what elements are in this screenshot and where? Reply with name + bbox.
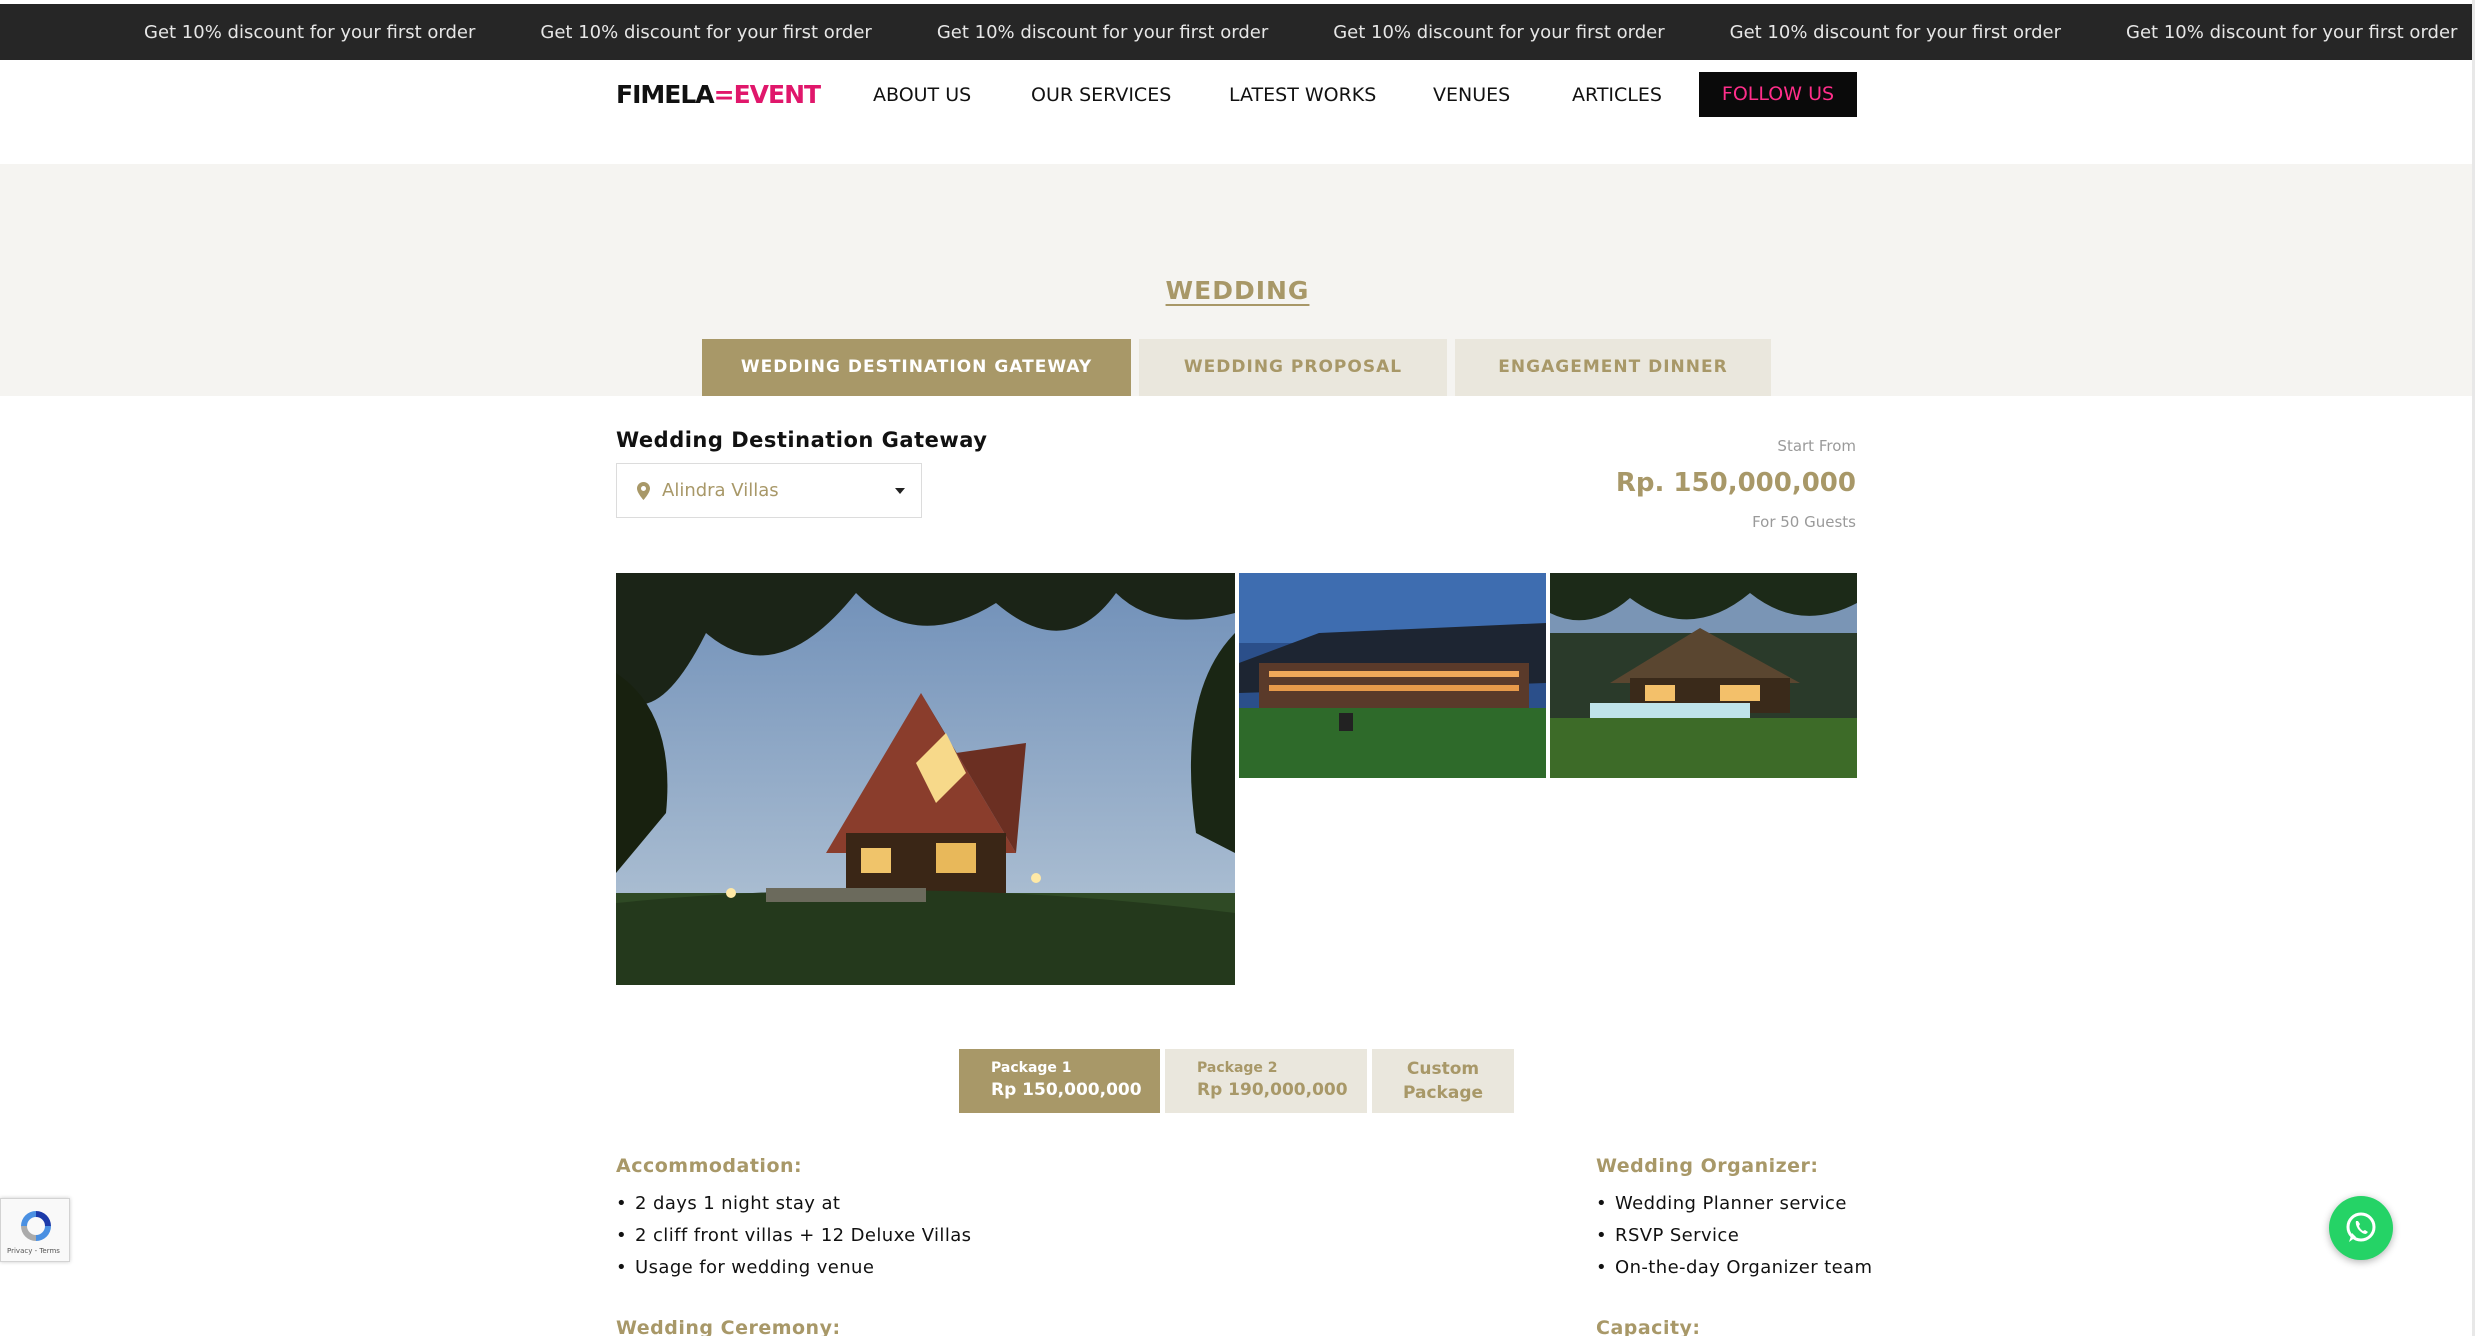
nav-our-services[interactable]: OUR SERVICES bbox=[1031, 73, 1171, 117]
promo-message: Get 10% discount for your first order bbox=[1333, 21, 1665, 43]
start-from-label: Start From bbox=[1777, 437, 1856, 455]
section-title: WEDDING bbox=[1165, 276, 1310, 305]
organizer-list: Wedding Planner service RSVP Service On-… bbox=[1596, 1188, 1872, 1284]
list-item: 2 days 1 night stay at bbox=[616, 1188, 971, 1220]
venue-label: Wedding Destination Gateway bbox=[616, 428, 988, 452]
chevron-down-icon bbox=[895, 488, 905, 494]
promo-bar: Get 10% discount for your first order Ge… bbox=[0, 4, 2475, 60]
promo-message: Get 10% discount for your first order bbox=[1729, 21, 2062, 43]
location-pin-icon bbox=[637, 482, 650, 504]
main-nav: FIMELA=EVENT ABOUT US OUR SERVICES LATES… bbox=[0, 60, 2475, 164]
nav-latest-works[interactable]: LATEST WORKS bbox=[1229, 73, 1376, 117]
package-2-tab[interactable]: Package 2 Rp 190,000,000 bbox=[1165, 1049, 1367, 1113]
promo-message: Get 10% discount for your first order bbox=[936, 21, 1269, 43]
recaptcha-links[interactable]: Privacy - Terms bbox=[7, 1247, 60, 1255]
list-item: 2 cliff front villas + 12 Deluxe Villas bbox=[616, 1220, 971, 1252]
tab-wedding-proposal[interactable]: WEDDING PROPOSAL bbox=[1139, 339, 1447, 396]
whatsapp-button[interactable] bbox=[2329, 1196, 2393, 1260]
list-item: Usage for wedding venue bbox=[616, 1252, 971, 1284]
nav-articles[interactable]: ARTICLES bbox=[1572, 73, 1662, 117]
gallery-image-3[interactable] bbox=[1550, 573, 1857, 778]
wedding-organizer-heading: Wedding Organizer: bbox=[1596, 1155, 1819, 1177]
accommodation-list: 2 days 1 night stay at 2 cliff front vil… bbox=[616, 1188, 971, 1284]
list-item: Wedding Planner service bbox=[1596, 1188, 1872, 1220]
nav-about-us[interactable]: ABOUT US bbox=[873, 73, 971, 117]
accommodation-heading: Accommodation: bbox=[616, 1155, 803, 1177]
nav-venues[interactable]: VENUES bbox=[1433, 73, 1510, 117]
tab-engagement-dinner[interactable]: ENGAGEMENT DINNER bbox=[1455, 339, 1771, 396]
capacity-heading: Capacity: bbox=[1596, 1317, 1701, 1336]
gallery-image-main[interactable] bbox=[616, 573, 1235, 985]
tab-wedding-destination-gateway[interactable]: WEDDING DESTINATION GATEWAY bbox=[702, 339, 1131, 396]
list-item: On-the-day Organizer team bbox=[1596, 1252, 1872, 1284]
guest-count: For 50 Guests bbox=[1752, 513, 1856, 531]
package-1-tab[interactable]: Package 1 Rp 150,000,000 bbox=[959, 1049, 1160, 1113]
promo-message: Get 10% discount for your first order bbox=[144, 21, 476, 43]
start-price: Rp. 150,000,000 bbox=[1615, 468, 1856, 498]
list-item: RSVP Service bbox=[1596, 1220, 1872, 1252]
recaptcha-badge[interactable]: Privacy - Terms bbox=[0, 1198, 70, 1262]
custom-package-tab[interactable]: Custom Package bbox=[1372, 1049, 1514, 1113]
gallery-image-2[interactable] bbox=[1239, 573, 1546, 778]
promo-message: Get 10% discount for your first order bbox=[2126, 21, 2458, 43]
promo-message: Get 10% discount for your first order bbox=[540, 21, 872, 43]
venue-select[interactable]: Alindra Villas bbox=[616, 463, 922, 518]
follow-us-button[interactable]: FOLLOW US bbox=[1699, 72, 1857, 117]
recaptcha-icon bbox=[17, 1207, 55, 1249]
wedding-ceremony-heading: Wedding Ceremony: bbox=[616, 1317, 841, 1336]
venue-select-value: Alindra Villas bbox=[662, 480, 779, 501]
